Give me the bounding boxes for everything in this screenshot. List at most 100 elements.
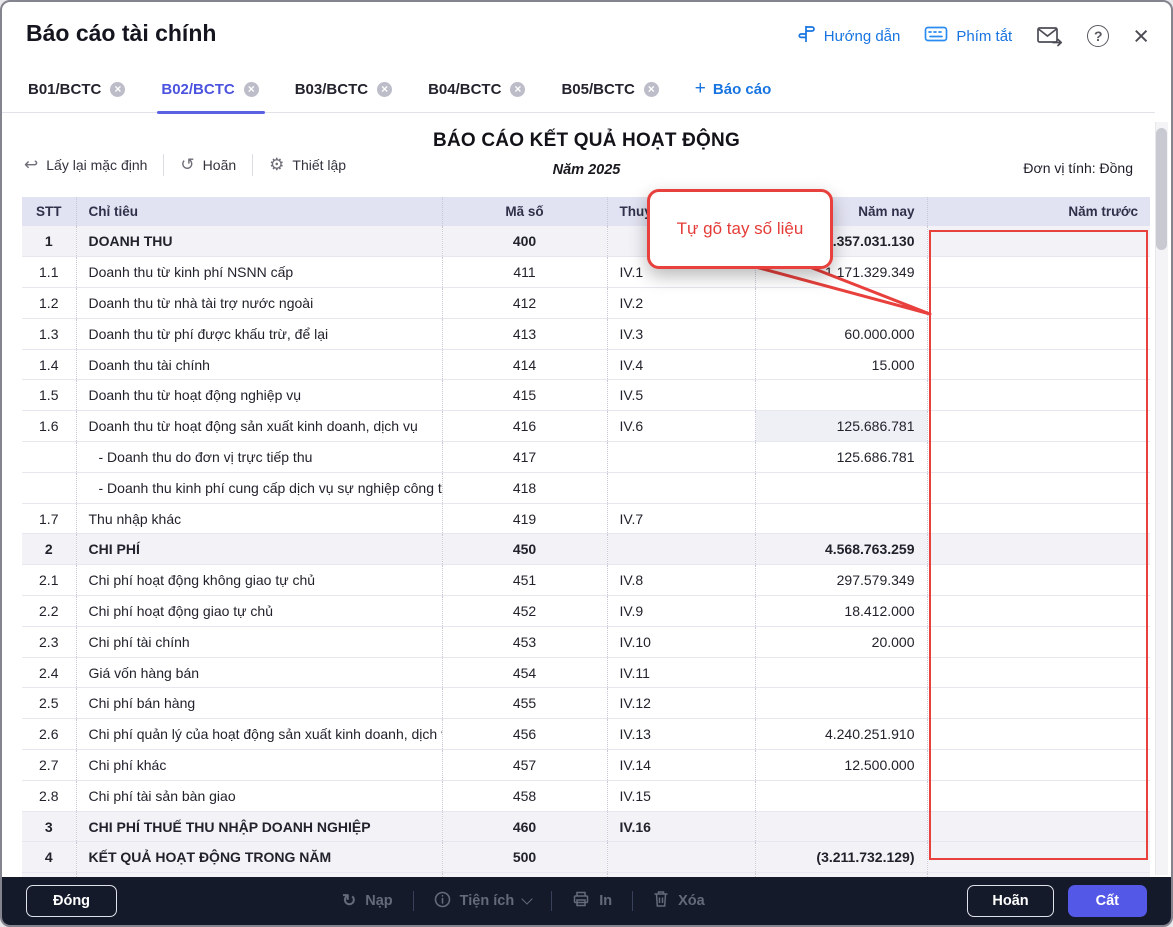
prev-year-cell[interactable] [927, 503, 1150, 534]
stt-cell: 2.3 [22, 626, 76, 657]
help-icon[interactable]: ? [1087, 25, 1109, 47]
note-cell: IV.16 [607, 811, 755, 842]
prev-year-cell[interactable] [927, 226, 1150, 257]
code-cell: 457 [442, 750, 607, 781]
table-row: - Doanh thu do đơn vị trực tiếp thu41712… [22, 442, 1150, 473]
current-year-cell[interactable]: 12.500.000 [755, 750, 927, 781]
prev-year-cell[interactable] [927, 411, 1150, 442]
current-year-cell[interactable] [755, 288, 927, 319]
prev-year-cell[interactable] [927, 257, 1150, 288]
shortcuts-button[interactable]: Phím tắt [924, 25, 1012, 47]
prev-year-cell[interactable] [927, 626, 1150, 657]
table-row: 2.7Chi phí khác457IV.1412.500.000 [22, 750, 1150, 781]
prev-year-cell[interactable] [927, 349, 1150, 380]
delete-button[interactable]: Xóa [653, 890, 705, 912]
label-cell: Giá vốn hàng bán [76, 657, 442, 688]
current-year-cell[interactable]: 18.412.000 [755, 596, 927, 627]
load-button[interactable]: ↻Nạp [342, 891, 393, 911]
label-cell: Thu nhập khác [76, 503, 442, 534]
prev-year-cell[interactable] [927, 288, 1150, 319]
current-year-cell[interactable]: 15.000 [755, 349, 927, 380]
guide-button[interactable]: Hướng dẫn [796, 24, 901, 48]
add-report-tab-button[interactable]: +Báo cáo [695, 78, 771, 100]
current-year-cell[interactable]: 4.568.763.259 [755, 534, 927, 565]
table-row: 1.7Thu nhập khác419IV.7 [22, 503, 1150, 534]
scrollbar-thumb[interactable] [1156, 128, 1167, 250]
prev-year-cell[interactable] [927, 442, 1150, 473]
note-cell: IV.2 [607, 288, 755, 319]
prev-year-cell[interactable] [927, 688, 1150, 719]
current-year-cell[interactable] [755, 657, 927, 688]
save-button[interactable]: Cất [1068, 885, 1147, 917]
close-button[interactable]: Đóng [26, 885, 117, 917]
label-cell: Doanh thu từ hoạt động sản xuất kinh doa… [76, 411, 442, 442]
current-year-cell[interactable]: 297.579.349 [755, 565, 927, 596]
current-year-cell[interactable]: (3.211.732.129) [755, 842, 927, 873]
prev-year-cell[interactable] [927, 596, 1150, 627]
report-table-wrap: STTChỉ tiêuMã sốThuyết minhNăm nayNăm tr… [22, 197, 1150, 877]
code-cell: 460 [442, 811, 607, 842]
label-cell: Chi phí quản lý của hoạt động sản xuất k… [76, 719, 442, 750]
tab-close-icon[interactable]: × [510, 82, 525, 97]
prev-year-cell[interactable] [927, 318, 1150, 349]
note-cell [607, 842, 755, 873]
tab-label: B03/BCTC [295, 81, 368, 98]
current-year-cell[interactable] [755, 472, 927, 503]
tab-close-icon[interactable]: × [644, 82, 659, 97]
table-row: 2.5Chi phí bán hàng455IV.12 [22, 688, 1150, 719]
label-cell: Chi phí tài chính [76, 626, 442, 657]
stt-cell: 2.4 [22, 657, 76, 688]
stt-cell: 2.5 [22, 688, 76, 719]
table-row: 2.8Chi phí tài sản bàn giao458IV.15 [22, 780, 1150, 811]
current-year-cell[interactable]: 125.686.781 [755, 442, 927, 473]
stt-cell: 3 [22, 811, 76, 842]
note-cell: IV.15 [607, 780, 755, 811]
mail-send-icon[interactable] [1036, 25, 1063, 47]
label-cell: Chi phí hoạt động không giao tự chủ [76, 565, 442, 596]
table-row: 1.6Doanh thu từ hoạt động sản xuất kinh … [22, 411, 1150, 442]
prev-year-cell[interactable] [927, 380, 1150, 411]
prev-year-cell[interactable] [927, 472, 1150, 503]
label-cell: CHI PHÍ [76, 534, 442, 565]
prev-year-cell[interactable] [927, 565, 1150, 596]
postpone-button[interactable]: Hoãn [967, 885, 1053, 917]
label-cell: Doanh thu từ nhà tài trợ nước ngoài [76, 288, 442, 319]
financial-report-window: Báo cáo tài chính Hướng dẫn Phím tắt [0, 0, 1173, 927]
current-year-cell[interactable]: 125.686.781 [755, 411, 927, 442]
tab-b01-bctc[interactable]: B01/BCTC× [28, 66, 125, 113]
tab-b04-bctc[interactable]: B04/BCTC × [428, 66, 525, 113]
note-cell: IV.12 [607, 688, 755, 719]
prev-year-cell[interactable] [927, 657, 1150, 688]
close-icon[interactable]: × [1133, 25, 1149, 47]
code-cell: 451 [442, 565, 607, 596]
table-row: 1.3Doanh thu từ phí được khấu trừ, để lạ… [22, 318, 1150, 349]
current-year-cell[interactable] [755, 688, 927, 719]
current-year-cell[interactable] [755, 780, 927, 811]
tab-close-icon[interactable]: × [377, 82, 392, 97]
stt-cell: 1.4 [22, 349, 76, 380]
prev-year-cell[interactable] [927, 842, 1150, 873]
print-button[interactable]: In [572, 890, 612, 912]
code-cell: 500 [442, 842, 607, 873]
prev-year-cell[interactable] [927, 719, 1150, 750]
stt-cell: 1.5 [22, 380, 76, 411]
tab-close-icon[interactable]: × [244, 82, 259, 97]
prev-year-cell[interactable] [927, 750, 1150, 781]
prev-year-cell[interactable] [927, 780, 1150, 811]
tab-b05-bctc[interactable]: B05/BCTC× [561, 66, 658, 113]
current-year-cell[interactable] [755, 811, 927, 842]
tab-b02-bctc[interactable]: B02/BCTC× [161, 66, 258, 113]
guide-label: Hướng dẫn [824, 28, 901, 45]
current-year-cell[interactable]: 60.000.000 [755, 318, 927, 349]
tab-b03-bctc[interactable]: B03/BCTC × [295, 66, 392, 113]
current-year-cell[interactable] [755, 380, 927, 411]
utilities-button[interactable]: Tiện ích [434, 891, 532, 912]
prev-year-cell[interactable] [927, 811, 1150, 842]
current-year-cell[interactable]: 20.000 [755, 626, 927, 657]
table-row: 1.1Doanh thu từ kinh phí NSNN cấp411IV.1… [22, 257, 1150, 288]
current-year-cell[interactable] [755, 503, 927, 534]
prev-year-cell[interactable] [927, 534, 1150, 565]
current-year-cell[interactable]: 4.240.251.910 [755, 719, 927, 750]
tab-close-icon[interactable]: × [110, 82, 125, 97]
tab-label: B04/BCTC [428, 81, 501, 98]
